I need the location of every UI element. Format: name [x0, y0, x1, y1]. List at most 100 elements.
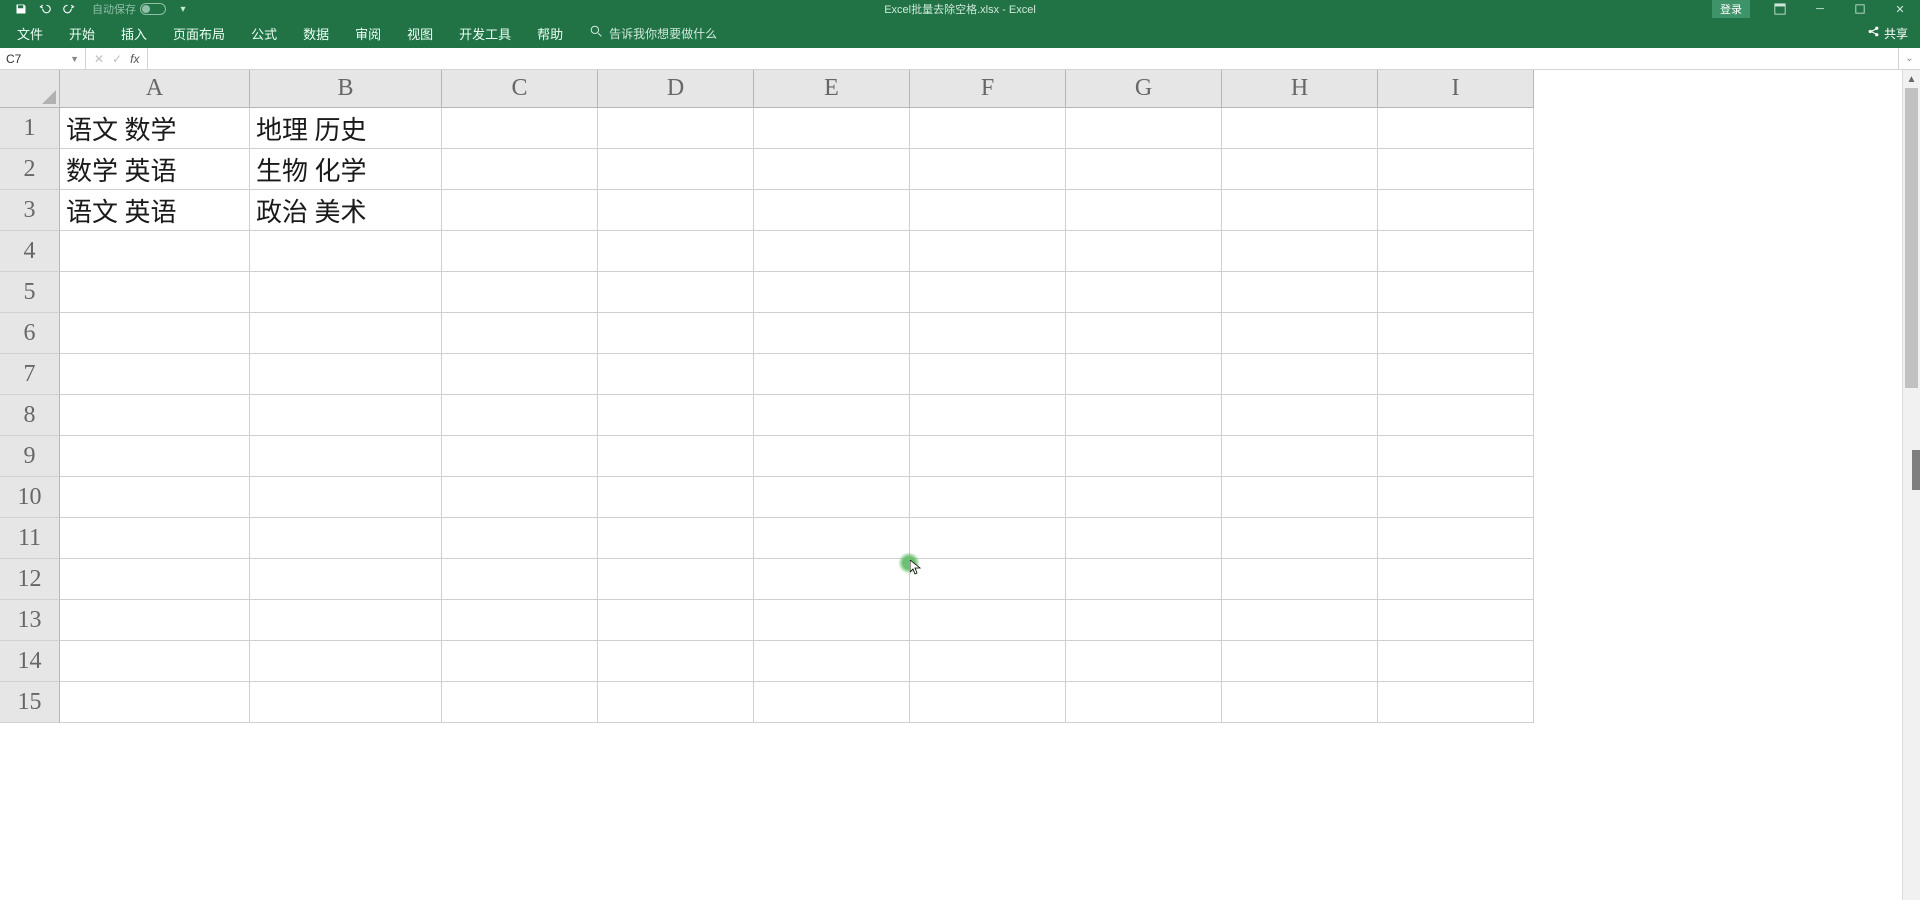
cell[interactable]: [442, 518, 598, 559]
cell[interactable]: [442, 354, 598, 395]
cell[interactable]: [442, 600, 598, 641]
cell[interactable]: [754, 682, 910, 723]
cell[interactable]: [1066, 272, 1222, 313]
row-header[interactable]: 10: [0, 477, 60, 518]
cell[interactable]: [910, 600, 1066, 641]
cell[interactable]: [598, 190, 754, 231]
maximize-icon[interactable]: [1840, 0, 1880, 18]
tab-data[interactable]: 数据: [290, 18, 342, 48]
cell[interactable]: [754, 272, 910, 313]
cell[interactable]: [910, 231, 1066, 272]
tab-developer[interactable]: 开发工具: [446, 18, 524, 48]
cell[interactable]: [1066, 600, 1222, 641]
cell[interactable]: [250, 272, 442, 313]
cell[interactable]: [754, 313, 910, 354]
cell[interactable]: [754, 395, 910, 436]
row-header[interactable]: 7: [0, 354, 60, 395]
cell[interactable]: [910, 395, 1066, 436]
cell[interactable]: [1378, 354, 1534, 395]
cell[interactable]: [1378, 682, 1534, 723]
cell[interactable]: [1378, 231, 1534, 272]
cell[interactable]: [910, 149, 1066, 190]
cell[interactable]: 语文 数学: [60, 108, 250, 149]
cell[interactable]: 生物 化学: [250, 149, 442, 190]
column-header[interactable]: E: [754, 70, 910, 108]
cell[interactable]: [1378, 108, 1534, 149]
cell[interactable]: [1222, 231, 1378, 272]
fx-icon[interactable]: fx: [130, 52, 139, 66]
cell[interactable]: [250, 518, 442, 559]
scroll-up-icon[interactable]: ▲: [1903, 70, 1920, 88]
cell[interactable]: [598, 682, 754, 723]
cell[interactable]: [1222, 395, 1378, 436]
cell[interactable]: [250, 559, 442, 600]
cell[interactable]: [910, 272, 1066, 313]
share-button[interactable]: 共享: [1867, 25, 1908, 42]
cell[interactable]: [1378, 518, 1534, 559]
cell[interactable]: [60, 313, 250, 354]
cell[interactable]: 数学 英语: [60, 149, 250, 190]
ribbon-display-options-icon[interactable]: [1760, 0, 1800, 18]
cell[interactable]: [598, 436, 754, 477]
cell[interactable]: [60, 477, 250, 518]
cell[interactable]: [442, 231, 598, 272]
tab-file[interactable]: 文件: [4, 18, 56, 48]
row-header[interactable]: 3: [0, 190, 60, 231]
cell[interactable]: [1378, 477, 1534, 518]
cell[interactable]: [1222, 518, 1378, 559]
row-header[interactable]: 15: [0, 682, 60, 723]
cell[interactable]: [1222, 313, 1378, 354]
cell[interactable]: [598, 477, 754, 518]
cell[interactable]: [1066, 313, 1222, 354]
name-box[interactable]: C7 ▼: [0, 48, 86, 69]
cell[interactable]: [598, 559, 754, 600]
row-header[interactable]: 6: [0, 313, 60, 354]
column-header[interactable]: I: [1378, 70, 1534, 108]
cell[interactable]: [910, 559, 1066, 600]
cell[interactable]: [910, 108, 1066, 149]
cell[interactable]: [442, 190, 598, 231]
cell[interactable]: [1378, 313, 1534, 354]
minimize-icon[interactable]: ─: [1800, 0, 1840, 18]
cell[interactable]: [754, 231, 910, 272]
column-header[interactable]: C: [442, 70, 598, 108]
row-header[interactable]: 14: [0, 641, 60, 682]
cell[interactable]: [60, 559, 250, 600]
row-header[interactable]: 5: [0, 272, 60, 313]
row-header[interactable]: 13: [0, 600, 60, 641]
cell[interactable]: [1066, 395, 1222, 436]
cell[interactable]: [442, 108, 598, 149]
cell[interactable]: [598, 108, 754, 149]
cell[interactable]: [598, 600, 754, 641]
cell[interactable]: [250, 682, 442, 723]
scroll-handle-icon[interactable]: [1912, 450, 1920, 490]
cell[interactable]: [1222, 108, 1378, 149]
tab-view[interactable]: 视图: [394, 18, 446, 48]
cell[interactable]: [1378, 559, 1534, 600]
column-header[interactable]: G: [1066, 70, 1222, 108]
cell[interactable]: [60, 354, 250, 395]
cell[interactable]: [754, 518, 910, 559]
tellme-search[interactable]: 告诉我你想要做什么: [590, 25, 717, 42]
cell[interactable]: [1222, 477, 1378, 518]
cell[interactable]: [598, 354, 754, 395]
cell[interactable]: [910, 354, 1066, 395]
cell[interactable]: [1222, 149, 1378, 190]
cell[interactable]: [1222, 600, 1378, 641]
column-header[interactable]: D: [598, 70, 754, 108]
cell[interactable]: [1066, 190, 1222, 231]
cell[interactable]: [598, 231, 754, 272]
tab-insert[interactable]: 插入: [108, 18, 160, 48]
cell[interactable]: [250, 641, 442, 682]
cell[interactable]: [60, 272, 250, 313]
cell[interactable]: [442, 395, 598, 436]
cell[interactable]: [598, 149, 754, 190]
cell[interactable]: [1066, 518, 1222, 559]
column-header[interactable]: H: [1222, 70, 1378, 108]
login-button[interactable]: 登录: [1712, 0, 1750, 18]
row-header[interactable]: 1: [0, 108, 60, 149]
cell[interactable]: [250, 354, 442, 395]
row-header[interactable]: 12: [0, 559, 60, 600]
cell[interactable]: [598, 313, 754, 354]
cell[interactable]: [250, 395, 442, 436]
